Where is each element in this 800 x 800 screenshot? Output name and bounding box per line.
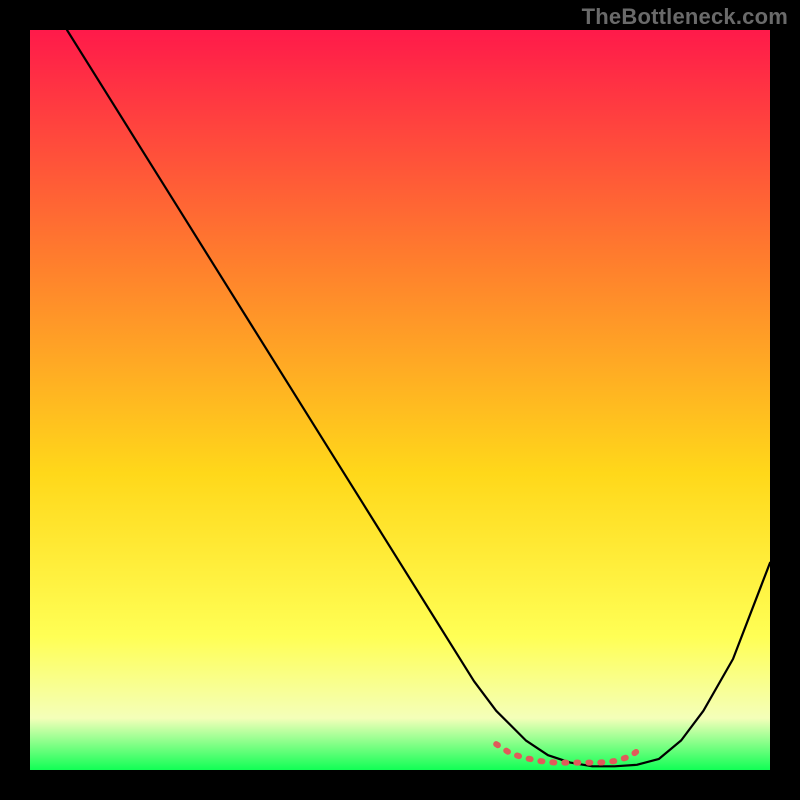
watermark-text: TheBottleneck.com [582,4,788,30]
chart-area [30,30,770,770]
gradient-background [30,30,770,770]
chart-svg [30,30,770,770]
